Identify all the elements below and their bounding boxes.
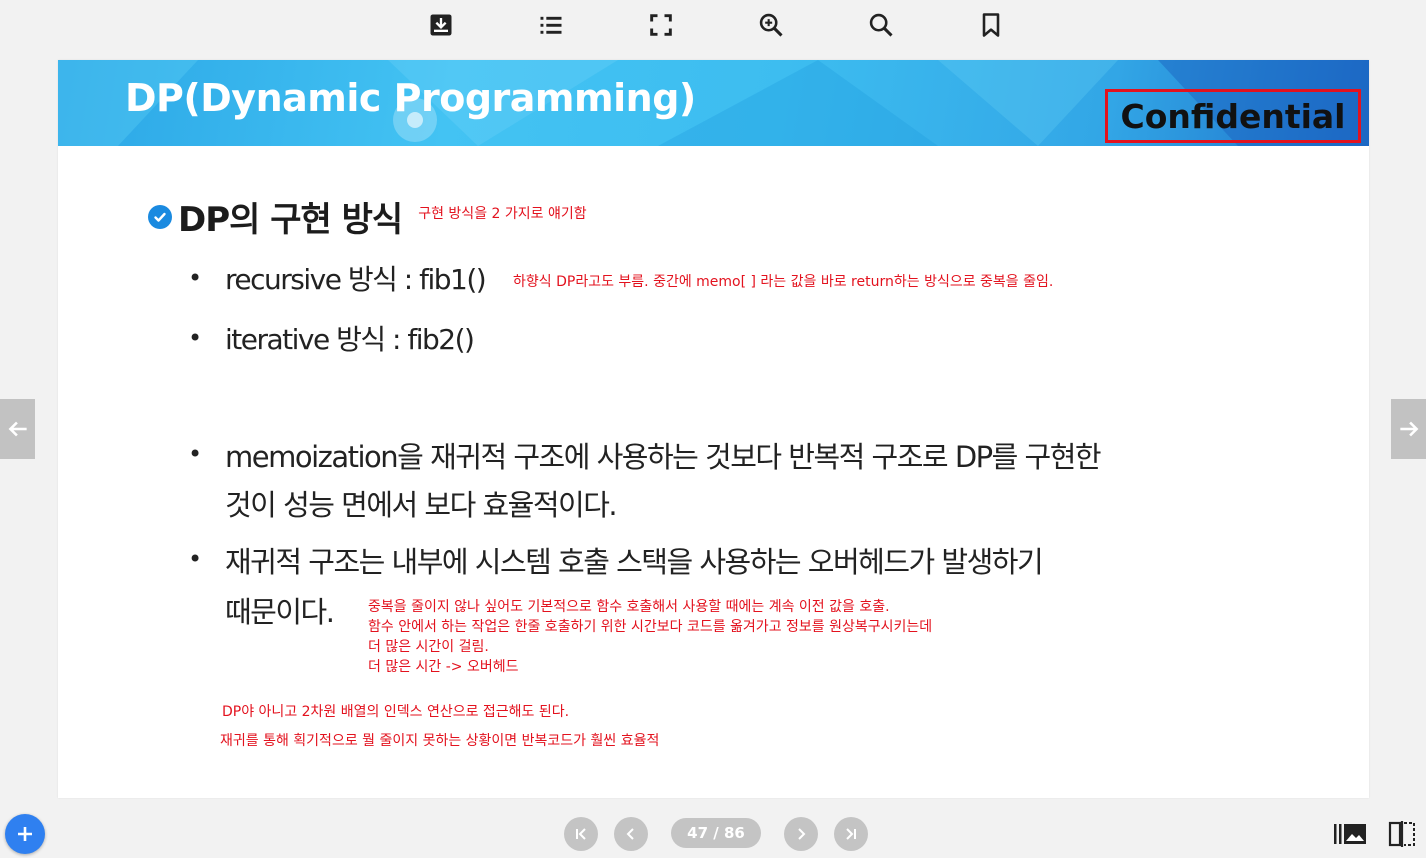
heading-annotation: 구현 방식을 2 가지로 얘기함 — [418, 205, 587, 222]
slide-banner: DP(Dynamic Programming) Confidential — [58, 60, 1369, 146]
bookmark-icon[interactable] — [974, 8, 1008, 42]
bullet-line-2: 때문이다. — [225, 595, 335, 629]
overhead-annotation-2: 함수 안에서 하는 작업은 한줄 호출하기 위한 시간보다 코드를 옮겨가고 정… — [368, 619, 933, 635]
list-icon[interactable] — [534, 8, 568, 42]
overhead-annotation-4: 더 많은 시간 -> 오버헤드 — [368, 659, 519, 675]
first-page-button[interactable] — [564, 817, 598, 851]
bullet-dot: • — [188, 264, 203, 292]
top-toolbar — [0, 0, 1426, 50]
last-page-icon — [846, 828, 856, 840]
bullet-dot: • — [188, 545, 203, 573]
zoom-in-icon[interactable] — [754, 8, 788, 42]
overhead-annotation-3: 더 많은 시간이 걸림. — [368, 639, 489, 655]
first-page-icon — [576, 828, 586, 840]
add-button[interactable] — [5, 814, 45, 854]
bullet-dot: • — [188, 324, 203, 352]
split-view-icon[interactable] — [1384, 818, 1420, 850]
slide-page: DP(Dynamic Programming) Confidential DP의… — [58, 60, 1369, 798]
bullet-line-2: 것이 성능 면에서 보다 효율적이다. — [225, 488, 618, 522]
slide-title: DP(Dynamic Programming) — [125, 76, 696, 120]
thumbnails-icon[interactable] — [1332, 818, 1368, 850]
bullet-text: recursive 방식 : fib1() — [225, 263, 487, 296]
download-icon[interactable] — [424, 8, 458, 42]
bullet-line-1: memoization을 재귀적 구조에 사용하는 것보다 반복적 구조로 DP… — [225, 440, 1102, 474]
arrow-right-icon — [1399, 421, 1418, 437]
chevron-left-icon — [626, 828, 634, 840]
last-page-button[interactable] — [834, 817, 868, 851]
check-circle-icon — [148, 204, 172, 229]
prev-slide-arrow[interactable] — [0, 399, 35, 459]
bottom-annotation-1: DP야 아니고 2차원 배열의 인덱스 연산으로 접근해도 된다. — [222, 704, 570, 720]
next-slide-arrow[interactable] — [1391, 399, 1426, 459]
next-page-button[interactable] — [784, 817, 818, 851]
bottom-bar: 47 / 86 — [0, 806, 1426, 858]
arrow-left-icon — [8, 421, 27, 437]
plus-icon — [18, 827, 32, 841]
page-counter: 47 / 86 — [671, 818, 761, 848]
prev-page-button[interactable] — [614, 817, 648, 851]
search-icon[interactable] — [864, 8, 898, 42]
fullscreen-icon[interactable] — [644, 8, 678, 42]
recursive-annotation: 하향식 DP라고도 부름. 중간에 memo[ ] 라는 값을 바로 retur… — [513, 274, 1054, 290]
bullet-line-1: 재귀적 구조는 내부에 시스템 호출 스택을 사용하는 오버헤드가 발생하기 — [225, 545, 1044, 579]
chevron-right-icon — [798, 828, 806, 840]
bullet-dot: • — [188, 440, 203, 468]
bottom-annotation-2: 재귀를 통해 획기적으로 뭘 줄이지 못하는 상황이면 반복코드가 훨씬 효율적 — [220, 733, 660, 749]
overhead-annotation-1: 중복을 줄이지 않나 싶어도 기본적으로 함수 호출해서 사용할 때에는 계속 … — [368, 599, 890, 615]
section-heading: DP의 구현 방식 — [178, 200, 403, 240]
bullet-text: iterative 방식 : fib2() — [225, 323, 475, 356]
confidential-stamp: Confidential — [1105, 89, 1361, 143]
section-heading-row: DP의 구현 방식 구현 방식을 2 가지로 얘기함 — [148, 192, 587, 241]
